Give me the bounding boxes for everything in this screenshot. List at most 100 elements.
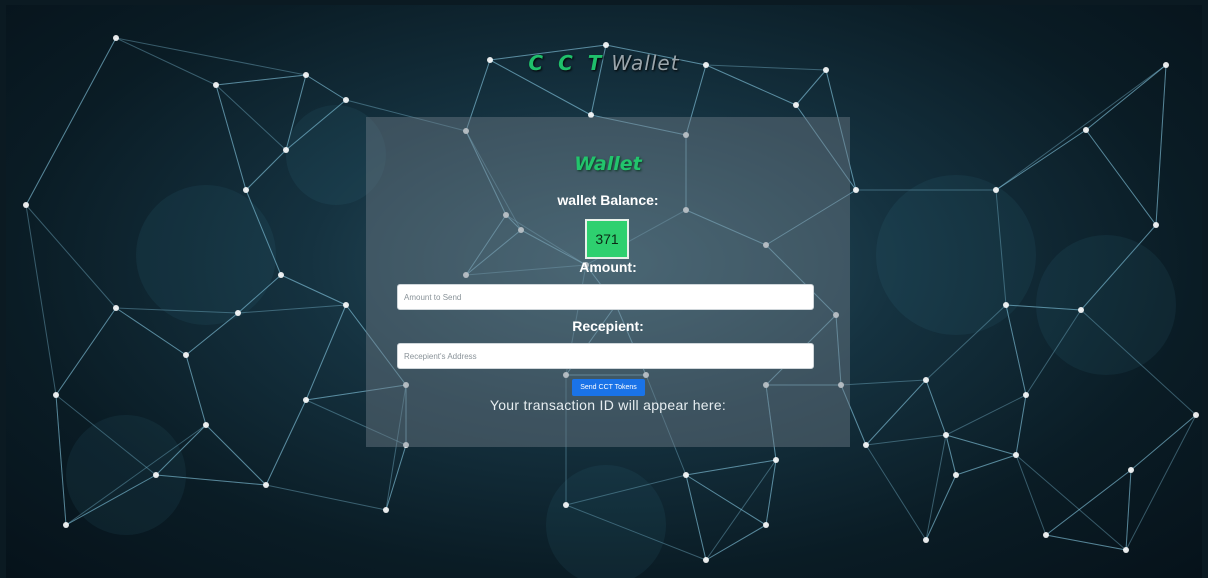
network-node	[213, 82, 219, 88]
network-node	[243, 187, 249, 193]
balance-value: 371	[585, 219, 629, 259]
network-node	[263, 482, 269, 488]
network-line	[765, 459, 777, 526]
network-node	[278, 272, 284, 278]
app-window: C C T Wallet Wallet wallet Balance: 371 A…	[6, 5, 1202, 578]
app-brand: C C T Wallet	[6, 51, 1202, 75]
network-node	[1123, 547, 1129, 553]
wallet-panel: Wallet wallet Balance: 371 Amount: Recep…	[366, 117, 850, 447]
network-node	[853, 187, 859, 193]
network-line	[1015, 454, 1127, 551]
network-line	[1045, 469, 1132, 536]
network-node	[703, 557, 709, 563]
network-line	[245, 149, 287, 191]
network-line	[1130, 414, 1197, 471]
network-line	[925, 474, 957, 541]
network-line	[1085, 129, 1157, 226]
network-line	[215, 74, 307, 86]
network-line	[925, 379, 947, 436]
network-node	[23, 202, 29, 208]
brand-cct: C C T	[528, 51, 606, 75]
network-line	[955, 454, 1017, 476]
network-node	[603, 42, 609, 48]
network-node	[63, 522, 69, 528]
network-node	[153, 472, 159, 478]
network-node	[563, 502, 569, 508]
network-node	[283, 147, 289, 153]
network-node	[383, 507, 389, 513]
network-node	[793, 102, 799, 108]
network-line	[1125, 414, 1197, 551]
network-line	[925, 434, 947, 541]
glow-blob	[546, 465, 666, 578]
glow-blob	[66, 415, 186, 535]
network-node	[1078, 307, 1084, 313]
network-line	[205, 424, 267, 486]
network-line	[385, 444, 407, 511]
recipient-label: Recepient:	[572, 318, 644, 334]
network-line	[685, 474, 707, 561]
network-line	[705, 459, 777, 561]
network-line	[55, 307, 117, 396]
send-tokens-button[interactable]: Send CCT Tokens	[572, 379, 645, 396]
network-node	[113, 305, 119, 311]
network-line	[995, 64, 1167, 191]
network-node	[1083, 127, 1089, 133]
network-line	[237, 304, 347, 314]
network-line	[280, 274, 347, 306]
network-node	[863, 442, 869, 448]
network-line	[795, 69, 827, 106]
network-line	[1125, 469, 1132, 551]
network-node	[1193, 412, 1199, 418]
network-line	[305, 304, 347, 401]
network-line	[305, 74, 347, 101]
panel-title: Wallet	[574, 153, 642, 175]
network-line	[1155, 64, 1167, 226]
network-node	[1023, 392, 1029, 398]
network-node	[53, 392, 59, 398]
network-line	[55, 394, 67, 526]
network-line	[185, 354, 207, 426]
network-line	[1015, 394, 1027, 456]
network-line	[685, 474, 767, 526]
network-line	[945, 394, 1027, 436]
amount-input[interactable]	[397, 284, 814, 310]
network-node	[923, 377, 929, 383]
network-line	[1005, 304, 1027, 396]
balance-label: wallet Balance:	[557, 192, 659, 208]
network-line	[840, 379, 927, 386]
network-line	[265, 484, 387, 511]
glow-blob	[136, 185, 276, 325]
network-line	[265, 399, 307, 486]
network-node	[343, 97, 349, 103]
network-node	[343, 302, 349, 308]
network-node	[763, 522, 769, 528]
network-line	[685, 459, 777, 476]
network-line	[215, 84, 247, 191]
network-line	[1015, 454, 1047, 536]
network-line	[705, 524, 767, 561]
network-node	[1128, 467, 1134, 473]
network-node	[113, 35, 119, 41]
network-line	[215, 84, 287, 151]
network-line	[945, 434, 957, 476]
network-node	[1003, 302, 1009, 308]
glow-blob	[1036, 235, 1176, 375]
network-node	[1043, 532, 1049, 538]
brand-wallet: Wallet	[611, 51, 680, 75]
network-node	[203, 422, 209, 428]
network-line	[945, 434, 1017, 456]
network-node	[773, 457, 779, 463]
network-node	[235, 310, 241, 316]
recipient-input[interactable]	[397, 343, 814, 369]
network-line	[1045, 534, 1127, 551]
network-node	[183, 352, 189, 358]
transaction-id-text: Your transaction ID will appear here:	[489, 397, 727, 413]
glow-blob	[876, 175, 1036, 335]
network-node	[683, 472, 689, 478]
network-line	[865, 379, 927, 446]
network-node	[923, 537, 929, 543]
amount-label: Amount:	[579, 259, 637, 275]
network-node	[953, 472, 959, 478]
network-node	[1013, 452, 1019, 458]
